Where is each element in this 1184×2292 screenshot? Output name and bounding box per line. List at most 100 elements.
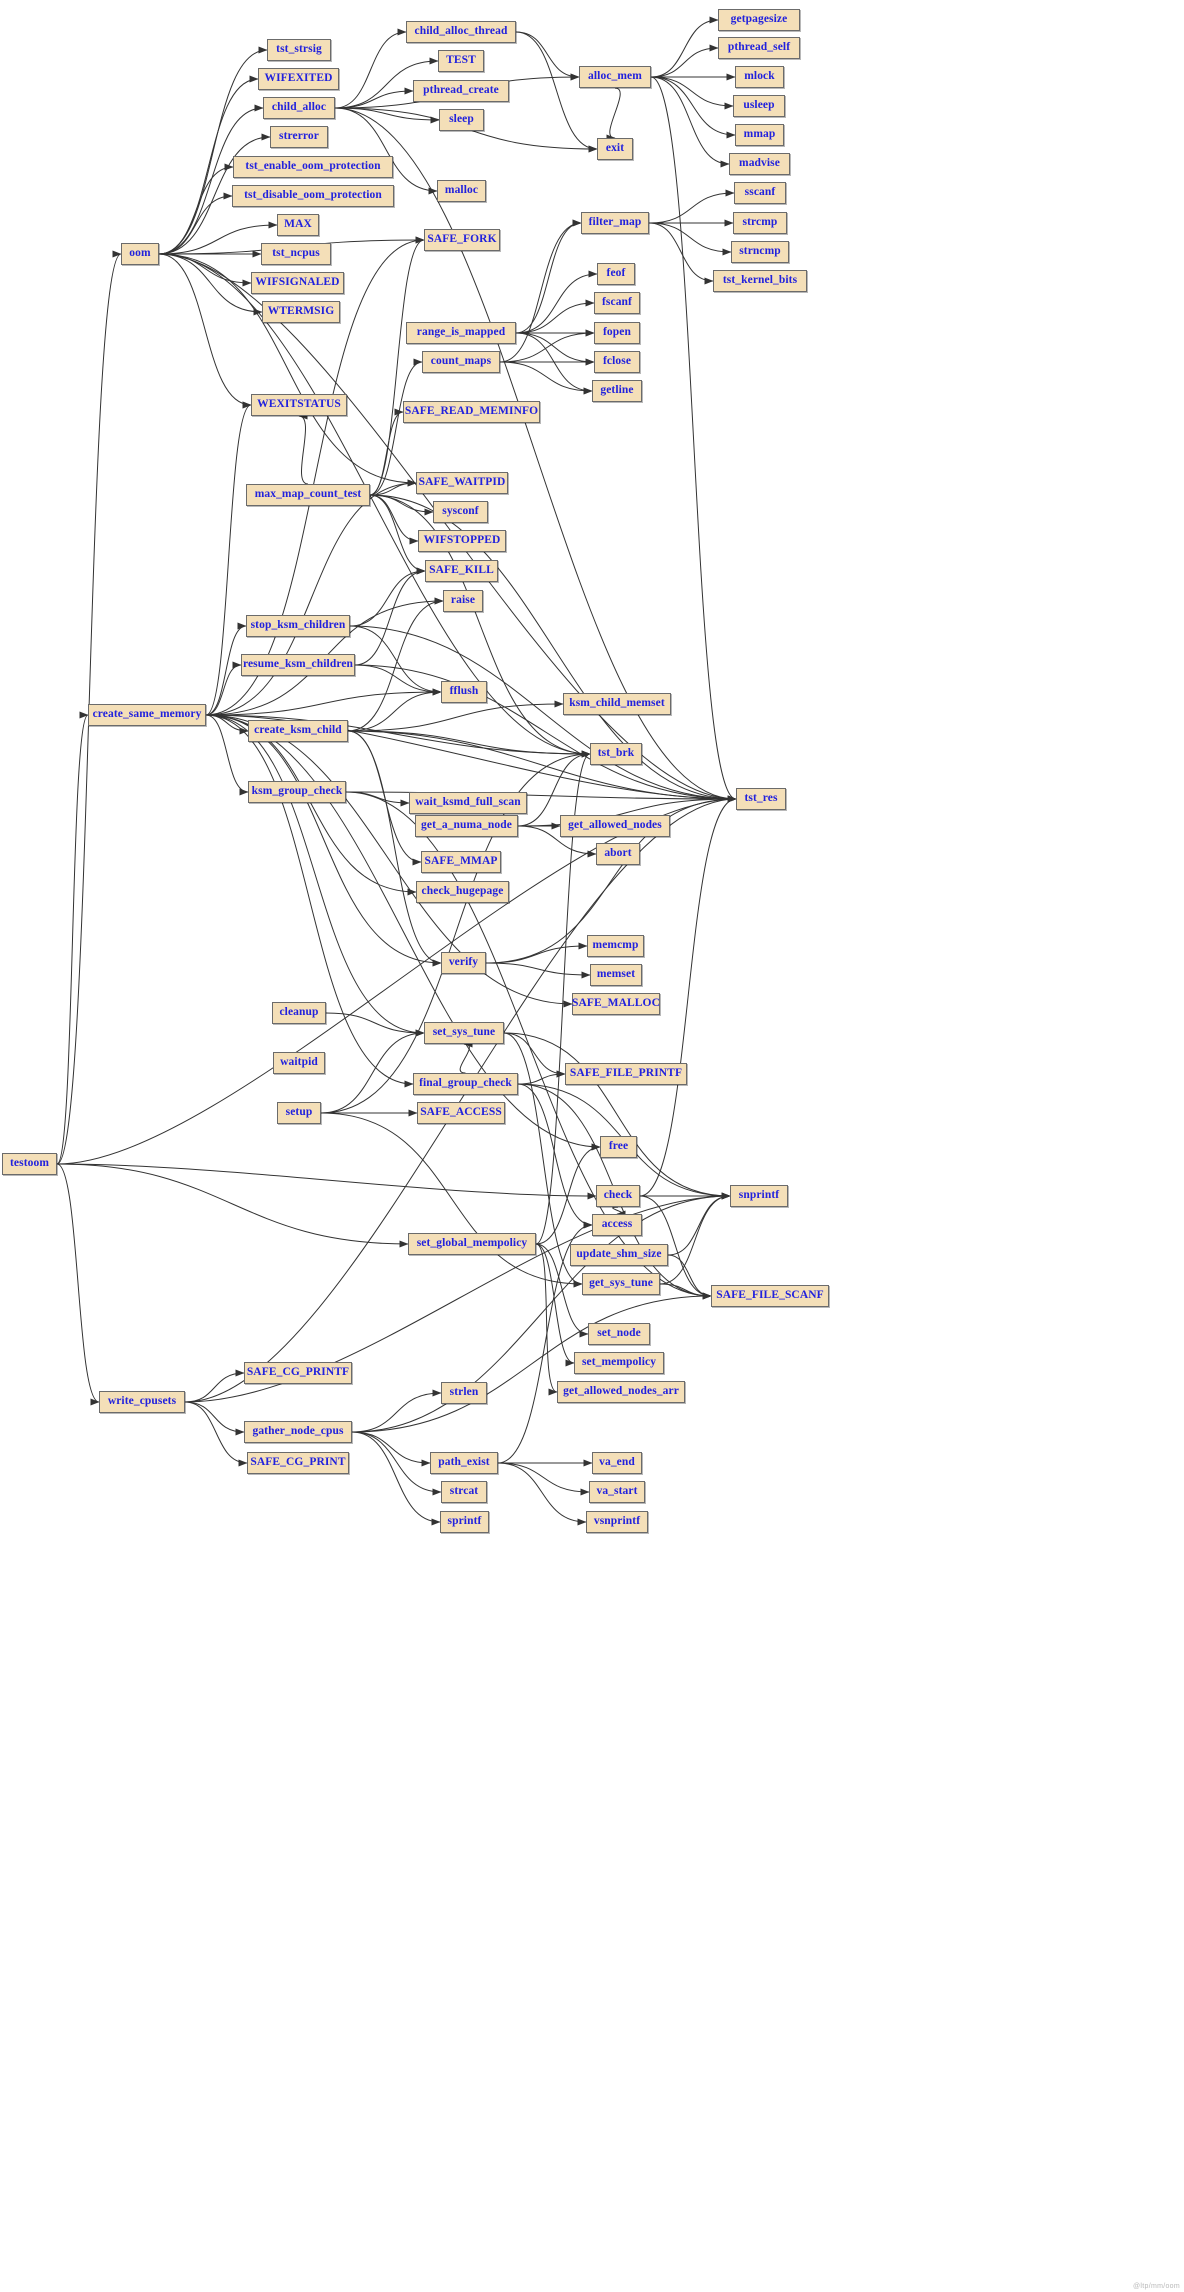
graph-node-verify[interactable]: verify [441,952,486,974]
graph-node-set_sys_tune[interactable]: set_sys_tune [424,1022,504,1044]
graph-node-fopen[interactable]: fopen [594,322,640,344]
graph-node-cleanup[interactable]: cleanup [272,1002,326,1024]
graph-node-SAFE_CG_PRINT[interactable]: SAFE_CG_PRINT [247,1452,349,1474]
graph-node-abort[interactable]: abort [596,843,640,865]
graph-node-access[interactable]: access [592,1214,642,1236]
graph-node-MAX[interactable]: MAX [277,214,319,236]
graph-node-fscanf[interactable]: fscanf [594,292,640,314]
graph-node-WTERMSIG[interactable]: WTERMSIG [262,301,340,323]
graph-node-tst_strsig[interactable]: tst_strsig [267,39,331,61]
graph-node-strcmp[interactable]: strcmp [733,212,787,234]
graph-node-WIFEXITED[interactable]: WIFEXITED [258,68,339,90]
edge-create_ksm_child-to-tst_brk [347,730,591,758]
graph-node-exit[interactable]: exit [597,138,633,160]
graph-node-count_maps[interactable]: count_maps [422,351,500,373]
graph-node-set_mempolicy[interactable]: set_mempolicy [574,1352,664,1374]
graph-node-malloc[interactable]: malloc [437,180,486,202]
graph-node-SAFE_ACCESS[interactable]: SAFE_ACCESS [417,1102,505,1124]
graph-node-memset[interactable]: memset [590,964,642,986]
graph-node-sleep[interactable]: sleep [439,109,484,131]
graph-node-final_group_check[interactable]: final_group_check [413,1073,518,1095]
graph-node-tst_res[interactable]: tst_res [736,788,786,810]
graph-node-sscanf[interactable]: sscanf [734,182,786,204]
graph-node-set_global_mempolicy[interactable]: set_global_mempolicy [408,1233,536,1255]
graph-node-sprintf[interactable]: sprintf [440,1511,489,1533]
graph-node-oom[interactable]: oom [121,243,159,265]
graph-node-filter_map[interactable]: filter_map [581,212,649,234]
graph-node-SAFE_CG_PRINTF[interactable]: SAFE_CG_PRINTF [244,1362,352,1384]
graph-node-memcmp[interactable]: memcmp [587,935,644,957]
graph-node-feof[interactable]: feof [597,263,635,285]
graph-node-setup[interactable]: setup [277,1102,321,1124]
graph-node-SAFE_READ_MEMINFO[interactable]: SAFE_READ_MEMINFO [403,401,540,423]
graph-node-getline[interactable]: getline [592,380,642,402]
graph-node-va_end[interactable]: va_end [592,1452,642,1474]
graph-node-get_a_numa_node[interactable]: get_a_numa_node [415,815,518,837]
graph-node-write_cpusets[interactable]: write_cpusets [99,1391,185,1413]
graph-node-alloc_mem[interactable]: alloc_mem [579,66,651,88]
graph-node-SAFE_MMAP[interactable]: SAFE_MMAP [421,851,501,873]
graph-node-max_map_count_test[interactable]: max_map_count_test [246,484,370,506]
graph-node-strncmp[interactable]: strncmp [731,241,789,263]
graph-node-strcat[interactable]: strcat [441,1481,487,1503]
graph-node-raise[interactable]: raise [443,590,483,612]
graph-node-pthread_self[interactable]: pthread_self [718,37,800,59]
graph-node-mlock[interactable]: mlock [735,66,784,88]
graph-node-strerror[interactable]: strerror [270,126,328,148]
graph-node-SAFE_KILL[interactable]: SAFE_KILL [425,560,498,582]
graph-node-SAFE_FILE_PRINTF[interactable]: SAFE_FILE_PRINTF [565,1063,687,1085]
graph-node-WIFSTOPPED[interactable]: WIFSTOPPED [418,530,506,552]
graph-node-getpagesize[interactable]: getpagesize [718,9,800,31]
graph-node-gather_node_cpus[interactable]: gather_node_cpus [244,1421,352,1443]
graph-node-SAFE_FORK[interactable]: SAFE_FORK [424,229,500,251]
graph-node-waitpid[interactable]: waitpid [273,1052,325,1074]
graph-node-path_exist[interactable]: path_exist [430,1452,498,1474]
graph-node-usleep[interactable]: usleep [733,95,785,117]
graph-node-tst_disable_oom_protection[interactable]: tst_disable_oom_protection [232,185,394,207]
graph-node-va_start[interactable]: va_start [589,1481,645,1503]
graph-node-SAFE_WAITPID[interactable]: SAFE_WAITPID [416,472,508,494]
graph-node-get_allowed_nodes_arr[interactable]: get_allowed_nodes_arr [557,1381,685,1403]
graph-node-fclose[interactable]: fclose [594,351,640,373]
graph-node-tst_enable_oom_protection[interactable]: tst_enable_oom_protection [233,156,393,178]
graph-node-update_shm_size[interactable]: update_shm_size [570,1244,668,1266]
graph-node-tst_brk[interactable]: tst_brk [590,743,642,765]
edge-write_cpusets-to-SAFE_CG_PRINTF [184,1369,245,1403]
graph-node-strlen[interactable]: strlen [441,1382,487,1404]
graph-node-mmap[interactable]: mmap [735,124,784,146]
graph-node-pthread_create[interactable]: pthread_create [413,80,509,102]
graph-node-check_hugepage[interactable]: check_hugepage [416,881,509,903]
graph-node-vsnprintf[interactable]: vsnprintf [586,1511,648,1533]
graph-node-snprintf[interactable]: snprintf [730,1185,788,1207]
graph-node-tst_ncpus[interactable]: tst_ncpus [261,243,331,265]
graph-node-ksm_group_check[interactable]: ksm_group_check [248,781,346,803]
graph-node-check[interactable]: check [596,1185,640,1207]
graph-node-wait_ksmd_full_scan[interactable]: wait_ksmd_full_scan [409,792,527,814]
graph-node-create_ksm_child[interactable]: create_ksm_child [248,720,348,742]
graph-node-get_sys_tune[interactable]: get_sys_tune [582,1273,660,1295]
graph-node-WEXITSTATUS[interactable]: WEXITSTATUS [251,394,347,416]
graph-node-range_is_mapped[interactable]: range_is_mapped [406,322,516,344]
edge-child_alloc_thread-to-exit [515,31,598,153]
graph-node-WIFSIGNALED[interactable]: WIFSIGNALED [251,272,344,294]
graph-node-ksm_child_memset[interactable]: ksm_child_memset [563,693,671,715]
graph-node-set_node[interactable]: set_node [588,1323,650,1345]
graph-node-tst_kernel_bits[interactable]: tst_kernel_bits [713,270,807,292]
graph-node-TEST[interactable]: TEST [438,50,484,72]
call-graph-canvas: tst_strsig child_alloc_thread getpagesize W… [0,0,1184,2292]
edge-child_alloc-to-child_alloc_thread [334,28,407,109]
graph-node-testoom[interactable]: testoom [2,1153,57,1175]
graph-node-fflush[interactable]: fflush [441,681,487,703]
graph-node-stop_ksm_children[interactable]: stop_ksm_children [246,615,350,637]
graph-node-SAFE_FILE_SCANF[interactable]: SAFE_FILE_SCANF [711,1285,829,1307]
graph-node-get_allowed_nodes[interactable]: get_allowed_nodes [560,815,670,837]
graph-node-child_alloc[interactable]: child_alloc [263,97,335,119]
graph-node-madvise[interactable]: madvise [729,153,790,175]
graph-node-SAFE_MALLOC[interactable]: SAFE_MALLOC [572,993,660,1015]
graph-node-child_alloc_thread[interactable]: child_alloc_thread [406,21,516,43]
edge-update_shm_size-to-snprintf [667,1192,731,1256]
graph-node-free[interactable]: free [600,1136,637,1158]
graph-node-create_same_memory[interactable]: create_same_memory [88,704,206,726]
graph-node-sysconf[interactable]: sysconf [433,501,488,523]
graph-node-resume_ksm_children[interactable]: resume_ksm_children [241,654,355,676]
